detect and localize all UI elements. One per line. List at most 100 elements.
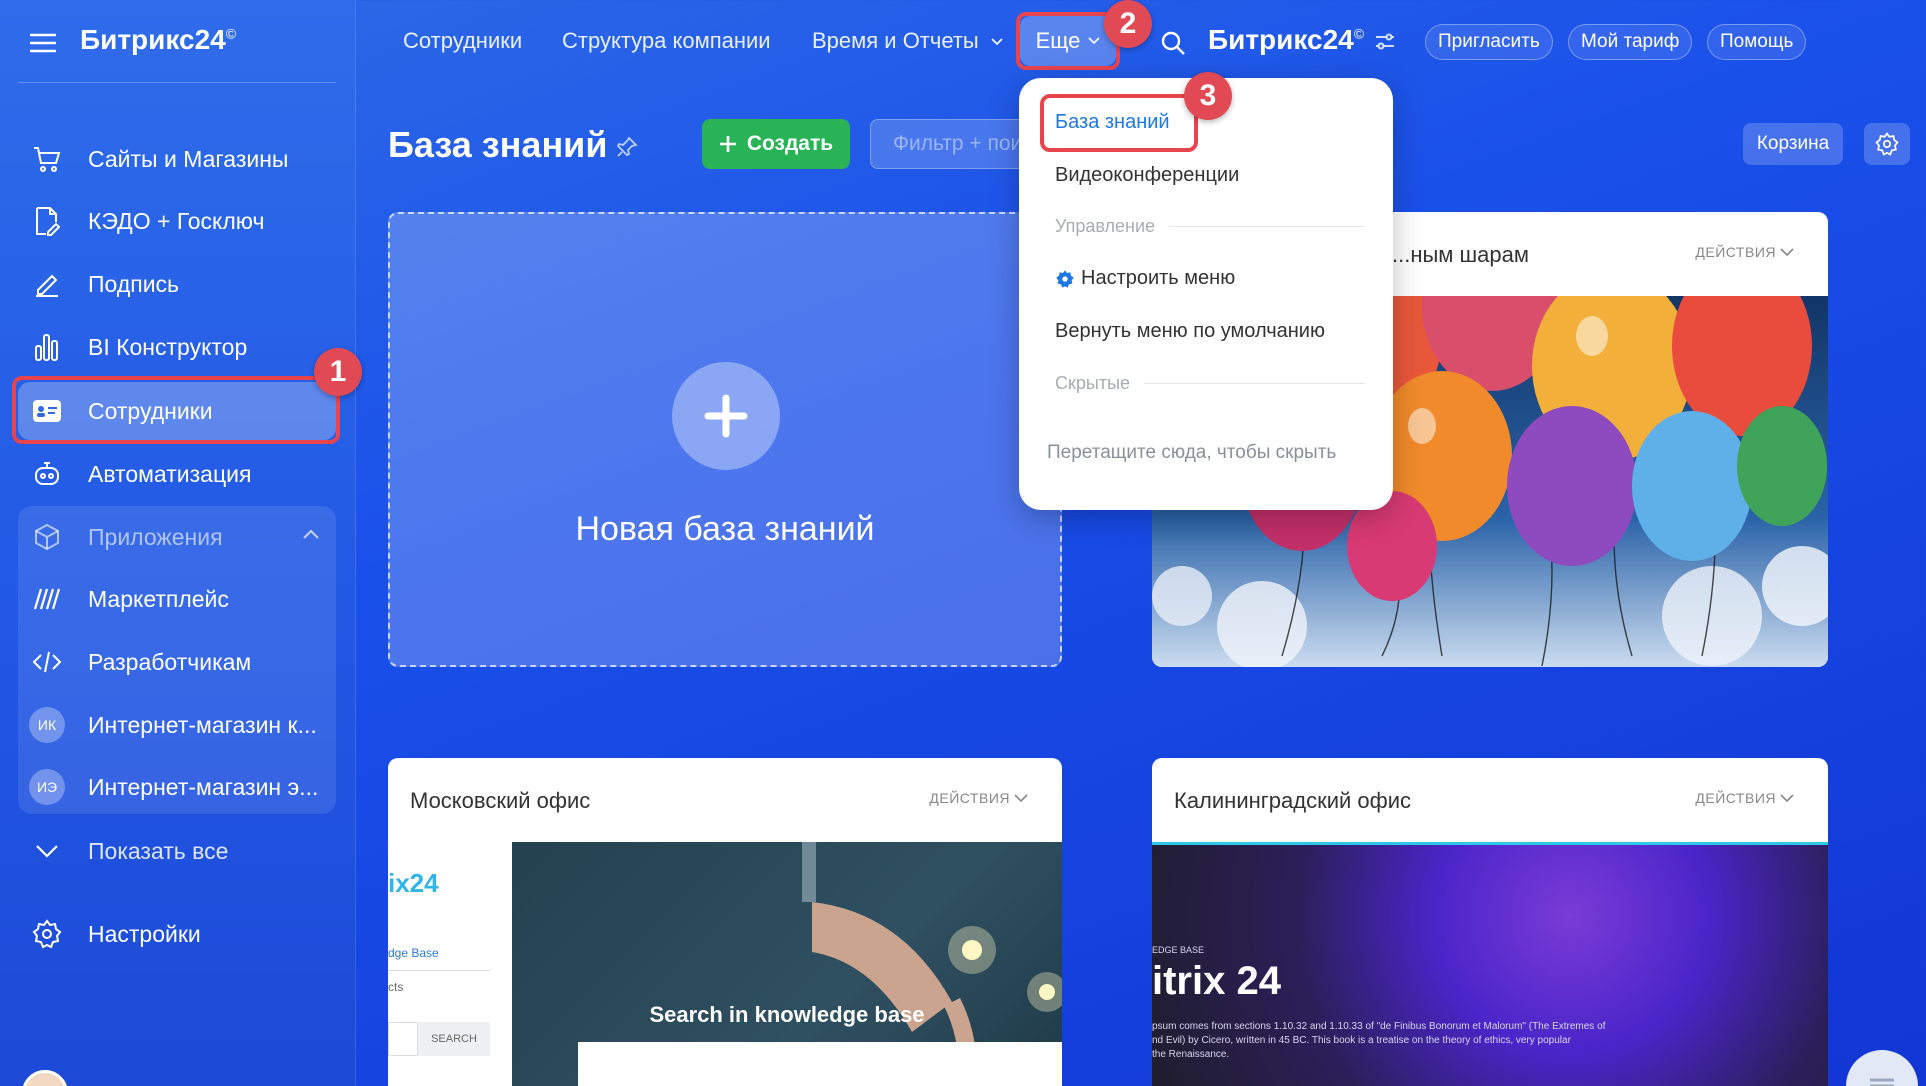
preview-nav: dge Base <box>388 946 439 960</box>
kaliningrad-preview: EDGE BASE itrix 24 psum comes from secti… <box>1152 842 1828 1086</box>
robot-icon <box>27 458 67 490</box>
help-button[interactable]: Помощь <box>1707 24 1807 60</box>
topnav-time-label: Время и Отчеты <box>812 28 979 53</box>
sidebar: Битрикс24© Сайты и Магазины КЭДО + Госкл… <box>0 0 356 1086</box>
card-actions-dropdown[interactable]: ДЕЙСТВИЯ <box>1695 244 1794 260</box>
show-all-label: Показать все <box>88 837 229 864</box>
preview-search-button: SEARCH <box>418 1022 490 1056</box>
menu-item-configure[interactable]: Настроить меню <box>1055 267 1235 290</box>
sidebar-item-kedo[interactable]: КЭДО + Госключ <box>18 192 336 250</box>
sidebar-item-sites[interactable]: Сайты и Магазины <box>18 130 336 188</box>
new-knowledge-base-label: Новая база знаний <box>575 510 875 548</box>
code-icon <box>27 646 67 678</box>
gear-icon <box>27 918 67 950</box>
sidebar-item-settings[interactable]: Настройки <box>18 905 336 963</box>
cube-icon <box>27 521 67 553</box>
chevron-down-icon <box>1014 793 1028 802</box>
pin-icon[interactable] <box>616 136 638 158</box>
sidebar-item-label: BI Конструктор <box>88 333 248 360</box>
callout-highlight-1 <box>12 376 340 444</box>
avatar: ИЭ <box>29 769 65 805</box>
preview-text: nd Evil) by Cicero, written in 45 BC. Th… <box>1152 1035 1571 1046</box>
sidebar-item-label: Приложения <box>88 523 223 550</box>
sidebar-item-label: КЭДО + Госключ <box>88 207 265 234</box>
menu-item-reset[interactable]: Вернуть меню по умолчанию <box>1055 320 1325 343</box>
topnav-structure[interactable]: Структура компании <box>562 28 771 54</box>
chat-button[interactable] <box>1846 1050 1918 1086</box>
create-button[interactable]: Создать <box>702 119 850 169</box>
cart-icon <box>27 143 67 175</box>
step-badge-3: 3 <box>1184 72 1232 120</box>
pen-icon <box>27 268 67 300</box>
chevron-down-icon <box>1780 793 1794 802</box>
sidebar-item-shop-k[interactable]: ИК Интернет-магазин к... <box>18 696 336 754</box>
sidebar-item-apps[interactable]: Приложения <box>18 508 336 566</box>
trash-button[interactable]: Корзина <box>1743 123 1843 165</box>
document-signature-icon <box>27 205 67 237</box>
gear-icon <box>1875 132 1899 156</box>
sidebar-item-label: Подпись <box>88 270 180 297</box>
card-actions-dropdown[interactable]: ДЕЙСТВИЯ <box>1695 790 1794 806</box>
sidebar-item-label: Маркетплейс <box>88 585 229 612</box>
invite-button[interactable]: Пригласить <box>1425 24 1553 60</box>
card-title: Калининградский офис <box>1174 788 1412 813</box>
sidebar-item-marketplace[interactable]: Маркетплейс <box>18 570 336 628</box>
sidebar-item-shop-e[interactable]: ИЭ Интернет-магазин э... <box>18 758 336 816</box>
kb-card-kaliningrad[interactable]: Калининградский офис ДЕЙСТВИЯ EDGE BASE … <box>1152 758 1828 1086</box>
topnav-time-reports[interactable]: Время и Отчеты <box>812 28 1003 54</box>
preview-text: psum comes from sections 1.10.32 and 1.1… <box>1152 1021 1606 1032</box>
menu-section-hidden: Скрытые <box>1055 373 1365 394</box>
moscow-preview: ix24 dge Base cts SEARCH Search in knowl… <box>388 842 1062 1086</box>
card-actions-dropdown[interactable]: ДЕЙСТВИЯ <box>929 790 1028 806</box>
preview-nav: cts <box>388 980 404 994</box>
sidebar-show-all[interactable]: Показать все <box>18 822 336 880</box>
office-photo: Search in knowledge base <box>512 842 1062 1086</box>
preview-logo: ix24 <box>388 868 439 898</box>
sidebar-item-signature[interactable]: Подпись <box>18 255 336 313</box>
plus-icon <box>719 135 737 153</box>
sidebar-item-developers[interactable]: Разработчикам <box>18 633 336 691</box>
sidebar-item-bi[interactable]: BI Конструктор <box>18 318 336 376</box>
sidebar-item-automation[interactable]: Автоматизация <box>18 445 336 503</box>
step-badge-1: 1 <box>314 348 362 396</box>
menu-item-label: Настроить меню <box>1081 267 1236 289</box>
topnav-employees[interactable]: Сотрудники <box>403 28 522 54</box>
card-title: ...ным шарам <box>1392 242 1530 267</box>
menu-item-videoconference[interactable]: Видеоконференции <box>1055 164 1239 187</box>
sidebar-item-label: Сайты и Магазины <box>88 145 289 172</box>
step-badge-2: 2 <box>1104 0 1152 48</box>
chevron-up-icon[interactable] <box>302 528 320 540</box>
new-knowledge-base-tile[interactable]: Новая база знаний <box>388 212 1062 667</box>
avatar: ИК <box>29 707 65 743</box>
chevron-down-icon <box>1780 247 1794 256</box>
brand-logo[interactable]: Битрикс24© <box>1208 24 1364 56</box>
search-icon[interactable] <box>1160 30 1186 56</box>
filter-search-input[interactable]: Фильтр + поиск <box>870 119 1030 169</box>
sidebar-item-label: Интернет-магазин к... <box>88 711 317 738</box>
user-avatar[interactable] <box>22 1070 68 1086</box>
menu-drop-hint: Перетащите сюда, чтобы скрыть <box>1047 442 1337 463</box>
sidebar-item-label: Интернет-магазин э... <box>88 773 319 800</box>
gear-icon <box>1055 269 1075 289</box>
preview-headline: itrix 24 <box>1152 959 1281 1003</box>
menu-section-manage: Управление <box>1055 216 1365 237</box>
sliders-icon[interactable] <box>1374 32 1396 52</box>
marketplace-icon <box>27 583 67 615</box>
page-title: База знаний <box>388 124 608 165</box>
callout-highlight-3 <box>1040 94 1198 152</box>
chevron-down-icon <box>991 38 1003 46</box>
settings-button[interactable] <box>1864 123 1910 165</box>
bar-chart-icon <box>27 331 67 363</box>
chevron-down-icon <box>27 835 67 867</box>
menu-burger-icon[interactable] <box>30 33 56 53</box>
sidebar-item-label: Разработчикам <box>88 648 252 675</box>
create-label: Создать <box>746 132 834 155</box>
tariff-button[interactable]: Мой тариф <box>1568 24 1693 60</box>
preview-headline: Search in knowledge base <box>649 1002 925 1027</box>
sidebar-item-label: Автоматизация <box>88 460 252 487</box>
sidebar-item-label: Настройки <box>88 920 201 947</box>
preview-text: the Renaissance. <box>1152 1049 1230 1060</box>
kb-card-moscow[interactable]: Московский офис ДЕЙСТВИЯ ix24 dge Base c… <box>388 758 1062 1086</box>
sidebar-logo[interactable]: Битрикс24© <box>80 24 236 56</box>
add-icon <box>672 362 780 470</box>
